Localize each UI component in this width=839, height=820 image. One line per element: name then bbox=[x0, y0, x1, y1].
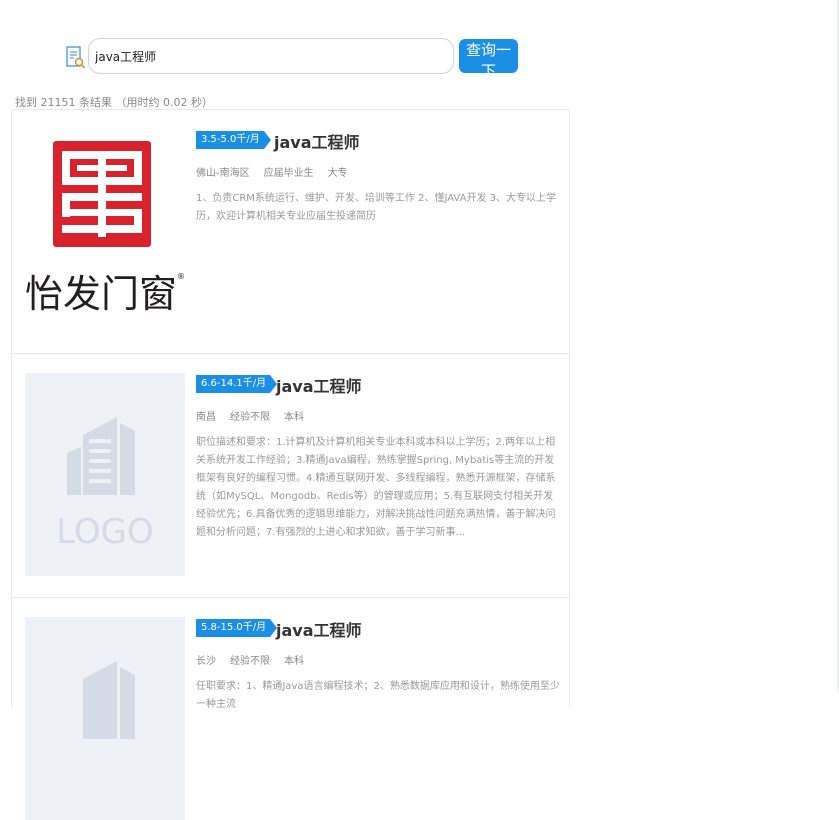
logo-placeholder: LOGO bbox=[25, 373, 185, 576]
logo-placeholder-text: LOGO bbox=[56, 512, 154, 552]
salary-badge: 6.6-14.1千/月 bbox=[196, 375, 278, 393]
job-experience: 经验不限 bbox=[230, 656, 270, 667]
logo-wordmark: 怡发门窗 bbox=[25, 272, 177, 316]
job-description: 任职要求：1、精通Java语言编程技术；2、熟悉数据库应用和设计，熟练使用至少一… bbox=[196, 681, 560, 710]
job-experience: 应届毕业生 bbox=[263, 168, 314, 179]
job-description: 职位描述和要求：1.计算机及计算机相关专业本科或本科以上学历；2.两年以上相关系… bbox=[196, 437, 556, 538]
job-title-link[interactable]: java工程师 bbox=[276, 373, 362, 397]
salary-badge: 5.8-15.0千/月 bbox=[196, 619, 278, 637]
company-logo: 怡发门窗 ® bbox=[25, 129, 185, 332]
job-title-link[interactable]: java工程师 bbox=[274, 129, 360, 153]
job-meta: 长沙 经验不限 本科 bbox=[196, 652, 318, 667]
job-location: 佛山-南海区 bbox=[196, 168, 250, 179]
job-title-link[interactable]: java工程师 bbox=[276, 617, 362, 641]
job-experience: 经验不限 bbox=[230, 412, 270, 423]
job-education: 本科 bbox=[284, 656, 304, 667]
search-input[interactable] bbox=[88, 38, 454, 74]
results-summary: 找到 21151 条结果 （用时约 0.02 秒） bbox=[15, 96, 213, 109]
logo-placeholder bbox=[25, 617, 185, 820]
job-education: 大专 bbox=[327, 168, 348, 179]
job-card[interactable]: 5.8-15.0千/月 java工程师 长沙 经验不限 本科 任职要求：1、精通Ja… bbox=[11, 597, 570, 820]
job-education: 本科 bbox=[284, 412, 304, 423]
resume-search-icon bbox=[66, 46, 86, 70]
job-card[interactable]: LOGO 6.6-14.1千/月 java工程师 南昌 经验不限 本科 职位描述和要… bbox=[11, 353, 570, 597]
job-meta: 南昌 经验不限 本科 bbox=[196, 408, 318, 423]
registered-mark: ® bbox=[177, 272, 185, 281]
job-location: 长沙 bbox=[196, 656, 216, 667]
job-location: 南昌 bbox=[196, 412, 216, 423]
job-description: 1、负责CRM系统运行、维护、开发、培训等工作 2、懂JAVA开发 3、大专以上… bbox=[196, 193, 557, 222]
job-meta: 佛山-南海区 应届毕业生 大专 bbox=[196, 164, 362, 179]
salary-badge: 3.5-5.0千/月 bbox=[196, 131, 271, 149]
search-button[interactable]: 查询一下 bbox=[459, 39, 518, 80]
job-card[interactable]: 怡发门窗 ® 3.5-5.0千/月 java工程师 佛山-南海区 应届毕业生 大专 … bbox=[11, 109, 570, 353]
